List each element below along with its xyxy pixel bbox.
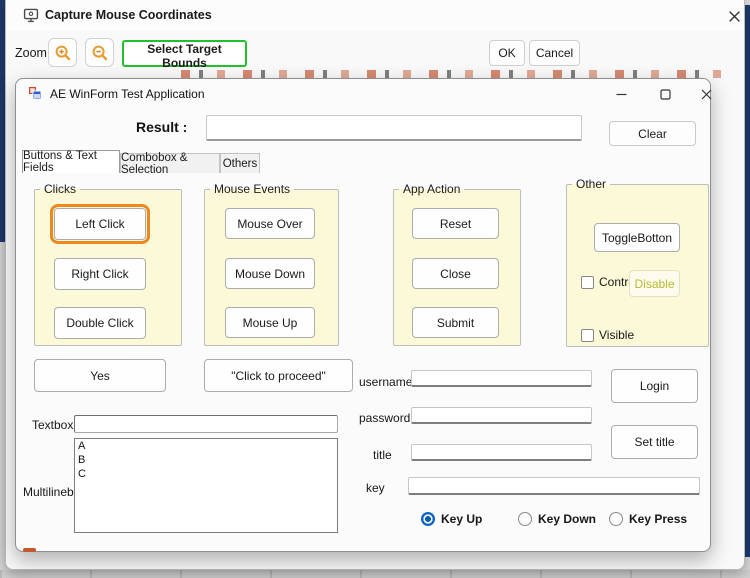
winform-title: AE WinForm Test Application — [50, 87, 205, 101]
clicks-group-label: Clicks — [40, 182, 80, 196]
double-click-button[interactable]: Double Click — [54, 307, 146, 339]
cancel-button[interactable]: Cancel — [529, 40, 580, 66]
textbox-label: Textbox — [32, 418, 73, 432]
mouse-down-button[interactable]: Mouse Down — [225, 258, 315, 289]
tab-combobox-selection[interactable]: Combobox & Selection — [120, 153, 220, 173]
winform-app-icon — [28, 86, 42, 100]
control-checkbox[interactable] — [581, 276, 594, 289]
zoom-label: Zoom: — [15, 46, 50, 60]
multilinebox-content: A B C — [78, 440, 334, 481]
minimize-icon — [616, 89, 627, 100]
radio-unselected-icon — [609, 512, 623, 526]
visible-checkbox-row: Visible — [581, 328, 634, 342]
key-label: key — [366, 481, 385, 495]
clicks-group: Clicks Left Click Right Click Double Cli… — [34, 182, 182, 346]
multilinebox-input[interactable]: A B C — [74, 438, 338, 533]
reset-button[interactable]: Reset — [412, 208, 499, 239]
select-target-bounds-button[interactable]: Select Target Bounds — [122, 40, 247, 67]
zoom-in-button[interactable] — [48, 38, 77, 67]
title-label: title — [373, 448, 392, 462]
password-input[interactable] — [411, 407, 592, 424]
radio-selected-icon — [421, 512, 435, 526]
toggle-button[interactable]: ToggleBotton — [594, 223, 680, 252]
login-button[interactable]: Login — [611, 369, 698, 403]
clipped-background-text — [181, 70, 739, 78]
click-to-proceed-button[interactable]: "Click to proceed" — [204, 359, 353, 392]
outer-close-button[interactable] — [724, 6, 744, 26]
set-title-button[interactable]: Set title — [611, 425, 698, 459]
textbox-input[interactable] — [74, 415, 338, 433]
result-input[interactable] — [206, 115, 582, 141]
mouse-events-group: Mouse Events Mouse Over Mouse Down Mouse… — [204, 182, 339, 346]
inner-close-button[interactable] — [693, 84, 719, 104]
ok-button[interactable]: OK — [489, 40, 525, 66]
zoom-out-button[interactable] — [85, 38, 114, 67]
desktop-bottom-strip — [0, 570, 750, 578]
close-button[interactable]: Close — [412, 258, 499, 289]
other-group-label: Other — [572, 177, 610, 191]
right-click-button[interactable]: Right Click — [54, 258, 146, 290]
submit-button[interactable]: Submit — [412, 307, 499, 338]
winform-titlebar: AE WinForm Test Application — [16, 79, 710, 107]
radio-key-up-label: Key Up — [441, 512, 482, 526]
title-input[interactable] — [411, 444, 592, 461]
winform-window: AE WinForm Test Application Result : Cle… — [15, 78, 711, 552]
mouse-over-button[interactable]: Mouse Over — [225, 208, 315, 239]
window-title: Capture Mouse Coordinates — [45, 8, 212, 22]
maximize-icon — [660, 89, 671, 100]
desktop-edge-right — [745, 5, 750, 557]
minimize-button[interactable] — [608, 84, 634, 104]
radio-key-press-label: Key Press — [629, 512, 687, 526]
username-input[interactable] — [411, 370, 592, 387]
clear-button[interactable]: Clear — [609, 121, 696, 146]
radio-key-down[interactable]: Key Down — [518, 512, 596, 526]
app-action-group-label: App Action — [399, 182, 464, 196]
result-label: Result : — [136, 119, 187, 135]
radio-unselected-icon — [518, 512, 532, 526]
mouse-up-button[interactable]: Mouse Up — [225, 307, 315, 338]
screen: Capture Mouse Coordinates Zoom: Select T — [0, 0, 750, 578]
other-group: Other ToggleBotton Control Disable Visib… — [566, 177, 709, 347]
password-label: password — [359, 411, 410, 425]
capture-titlebar: Capture Mouse Coordinates — [6, 0, 744, 30]
tab-buttons-text-fields[interactable]: Buttons & Text Fields — [22, 150, 120, 173]
key-input[interactable] — [408, 477, 700, 495]
background-artifact — [23, 548, 36, 552]
zoom-out-icon — [91, 44, 109, 62]
visible-checkbox-label: Visible — [599, 328, 634, 342]
radio-key-down-label: Key Down — [538, 512, 596, 526]
disable-button: Disable — [629, 270, 680, 297]
screen-capture-icon — [23, 7, 39, 23]
left-click-button[interactable]: Left Click — [54, 208, 146, 240]
username-label: username — [359, 375, 412, 389]
close-icon — [728, 10, 741, 23]
close-icon — [701, 89, 712, 100]
visible-checkbox[interactable] — [581, 329, 594, 342]
mouse-events-group-label: Mouse Events — [210, 182, 294, 196]
app-action-group: App Action Reset Close Submit — [393, 182, 521, 346]
maximize-button[interactable] — [652, 84, 678, 104]
yes-button[interactable]: Yes — [34, 359, 166, 392]
radio-key-press[interactable]: Key Press — [609, 512, 687, 526]
zoom-in-icon — [54, 44, 72, 62]
radio-key-up[interactable]: Key Up — [421, 512, 482, 526]
tab-others[interactable]: Others — [220, 153, 260, 173]
